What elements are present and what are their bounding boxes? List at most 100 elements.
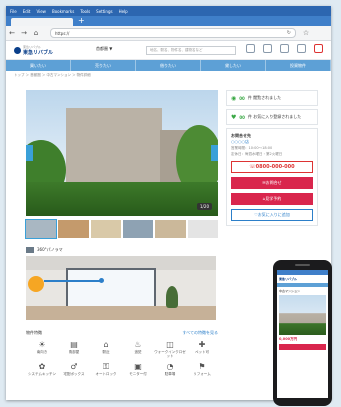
feature-item: ⚿ オートロック (90, 362, 122, 376)
thumbnail[interactable] (155, 220, 186, 238)
phone-number[interactable]: ☏ 0800-000-000 (231, 161, 313, 173)
feature-item: ▣ モニター付 (122, 362, 154, 376)
smartphone-mockup: 東急リバブル 中古マンション 0,000万円 (273, 260, 332, 406)
add-favorite-button[interactable]: ♡ お気に入りに追加 (231, 209, 313, 221)
browser-menubar: File Edit View Bookmarks Tools Settings … (6, 6, 331, 16)
feature-label: オートロック (95, 372, 117, 376)
home-icon[interactable]: ⌂ (30, 29, 42, 37)
phone-text: 0800-000-000 (255, 164, 295, 170)
feature-label: 駐車場 (164, 372, 176, 376)
breadcrumb: トップ ＞ 首都圏 ＞ 中古マンション ＞ 物件詳細 (14, 72, 91, 77)
browser-tabbar: + (6, 16, 331, 26)
feature-item: ◫ ウォークインクロゼット (154, 340, 186, 358)
visit-button[interactable]: ⌂ 見学予約 (231, 193, 313, 205)
eye-icon: ◉ (231, 94, 237, 102)
menu-icon[interactable] (297, 44, 306, 53)
thumbnail[interactable] (90, 220, 121, 238)
menu-view[interactable]: View (36, 9, 46, 14)
view-count: 00 (239, 95, 245, 101)
feature-item: ✿ システムキッチン (26, 362, 58, 376)
next-photo-arrow-icon[interactable] (211, 145, 218, 161)
panorama-viewer[interactable] (26, 256, 216, 320)
phone-site-logo: 東急リバブル (279, 277, 298, 281)
gnav-lease[interactable]: 貸したい (201, 60, 266, 71)
plant-shape (166, 286, 178, 308)
logo-name: 東急リバブル (23, 49, 54, 56)
panorama-label: 360°パノラマ (37, 247, 63, 252)
menu-help[interactable]: Help (119, 9, 128, 14)
area-select[interactable]: 首都圏 ▼ (96, 46, 112, 52)
visit-label: 見学予約 (265, 196, 282, 201)
feature-label: ウォークインクロゼット (154, 350, 186, 358)
url-text: https:// (55, 30, 70, 36)
logo-mark-icon (14, 46, 21, 54)
new-tab-button[interactable]: + (78, 16, 85, 26)
photo-pager: 1/20 (197, 203, 212, 210)
inquiry-label: お問合せ (265, 180, 282, 185)
side-panel: ◉ 00 件 閲覧されました ♥ 00 件 お気に入り登録されました お問合せ先… (226, 90, 318, 226)
site-header: 東急リバブル 東急リバブル 首都圏 ▼ 地名、駅名、物件名、建物名など (6, 41, 331, 60)
back-icon[interactable]: ← (6, 29, 18, 37)
inquiry-button[interactable]: ✉ お問合せ (231, 177, 313, 189)
gnav-rent[interactable]: 借りたい (136, 60, 201, 71)
gnav-buy[interactable]: 買いたい (6, 60, 71, 71)
station-icon: ⌂ (103, 340, 109, 349)
kitchen-icon: ✿ (38, 362, 46, 371)
feature-label: 南向き (36, 350, 48, 354)
sun-icon: ☀ (38, 340, 46, 349)
prev-photo-arrow-icon[interactable] (26, 145, 33, 161)
thumbnail[interactable] (58, 220, 89, 238)
site-search-input[interactable]: 地名、駅名、物件名、建物名など (146, 46, 236, 55)
browser-tab[interactable] (11, 18, 73, 26)
menu-file[interactable]: File (10, 9, 17, 14)
phone-inquiry-button[interactable] (279, 344, 326, 350)
thumbnail[interactable] (187, 220, 218, 238)
feature-label: ペット可 (195, 350, 209, 354)
feature-label: 駅近 (102, 350, 110, 354)
pet-icon: ✚ (198, 340, 206, 349)
feature-label: 宅配ボックス (63, 372, 85, 376)
features-more-link[interactable]: すべての特徴を見る (182, 330, 218, 336)
favorite-count-box: ♥ 00 件 お気に入り登録されました (226, 109, 318, 125)
property-photo[interactable]: 1/20 (26, 90, 218, 216)
url-input[interactable]: https:// ↻ (50, 28, 296, 38)
feature-item: ☀ 南向き (26, 340, 58, 358)
panorama-control-icon[interactable] (28, 276, 44, 292)
menu-bookmarks[interactable]: Bookmarks (52, 9, 74, 14)
feature-item: ♨ 追焚 (122, 340, 154, 358)
contact-icon[interactable] (314, 44, 323, 53)
star-icon[interactable]: ☆ (300, 29, 312, 37)
view-count-label: 件 閲覧されました (247, 95, 282, 100)
logo-tagline: 東急リバブル (23, 44, 42, 49)
global-nav: 買いたい 売りたい 借りたい 貸したい 投資物件 (6, 60, 331, 71)
history-icon[interactable] (246, 44, 255, 53)
site-logo[interactable]: 東急リバブル 東急リバブル (14, 45, 53, 56)
features-section: 物件特徴 すべての特徴を見る ☀ 南向き ▤ 角部屋 ⌂ 駅近 ♨ 追焚 ◫ ウォークイン… (26, 330, 218, 376)
store-holiday: 定休日：毎週水曜日・第2火曜日 (231, 152, 283, 156)
thumbnail[interactable] (24, 219, 58, 239)
feature-label: 追焚 (134, 350, 142, 354)
floor-shape (26, 306, 216, 320)
heart-icon: ♥ (231, 113, 237, 121)
refresh-icon[interactable]: ↻ (287, 30, 291, 36)
menu-tools[interactable]: Tools (80, 9, 90, 14)
thumbnail[interactable] (122, 220, 154, 238)
monitor-icon: ▣ (134, 362, 142, 371)
delivery-box-icon: ♂ (70, 362, 78, 371)
phone-price: 0,000万円 (279, 337, 298, 341)
bath-icon: ♨ (134, 340, 142, 349)
feature-label: リフォーム (193, 372, 211, 376)
feature-item: ✚ ペット可 (186, 340, 218, 358)
view-count-box: ◉ 00 件 閲覧されました (226, 90, 318, 106)
favorites-icon[interactable] (263, 44, 272, 53)
menu-settings[interactable]: Settings (96, 9, 112, 14)
smartphone-screen: 東急リバブル 中古マンション 0,000万円 (277, 270, 328, 398)
hotspot-dot-icon[interactable] (99, 278, 104, 283)
features-title: 物件特徴 (26, 330, 42, 335)
gnav-sell[interactable]: 売りたい (71, 60, 136, 71)
menu-edit[interactable]: Edit (23, 9, 31, 14)
forward-icon[interactable]: → (18, 29, 30, 37)
gnav-invest[interactable]: 投資物件 (266, 60, 331, 71)
login-icon[interactable] (280, 44, 289, 53)
search-placeholder: 地名、駅名、物件名、建物名など (150, 48, 203, 52)
